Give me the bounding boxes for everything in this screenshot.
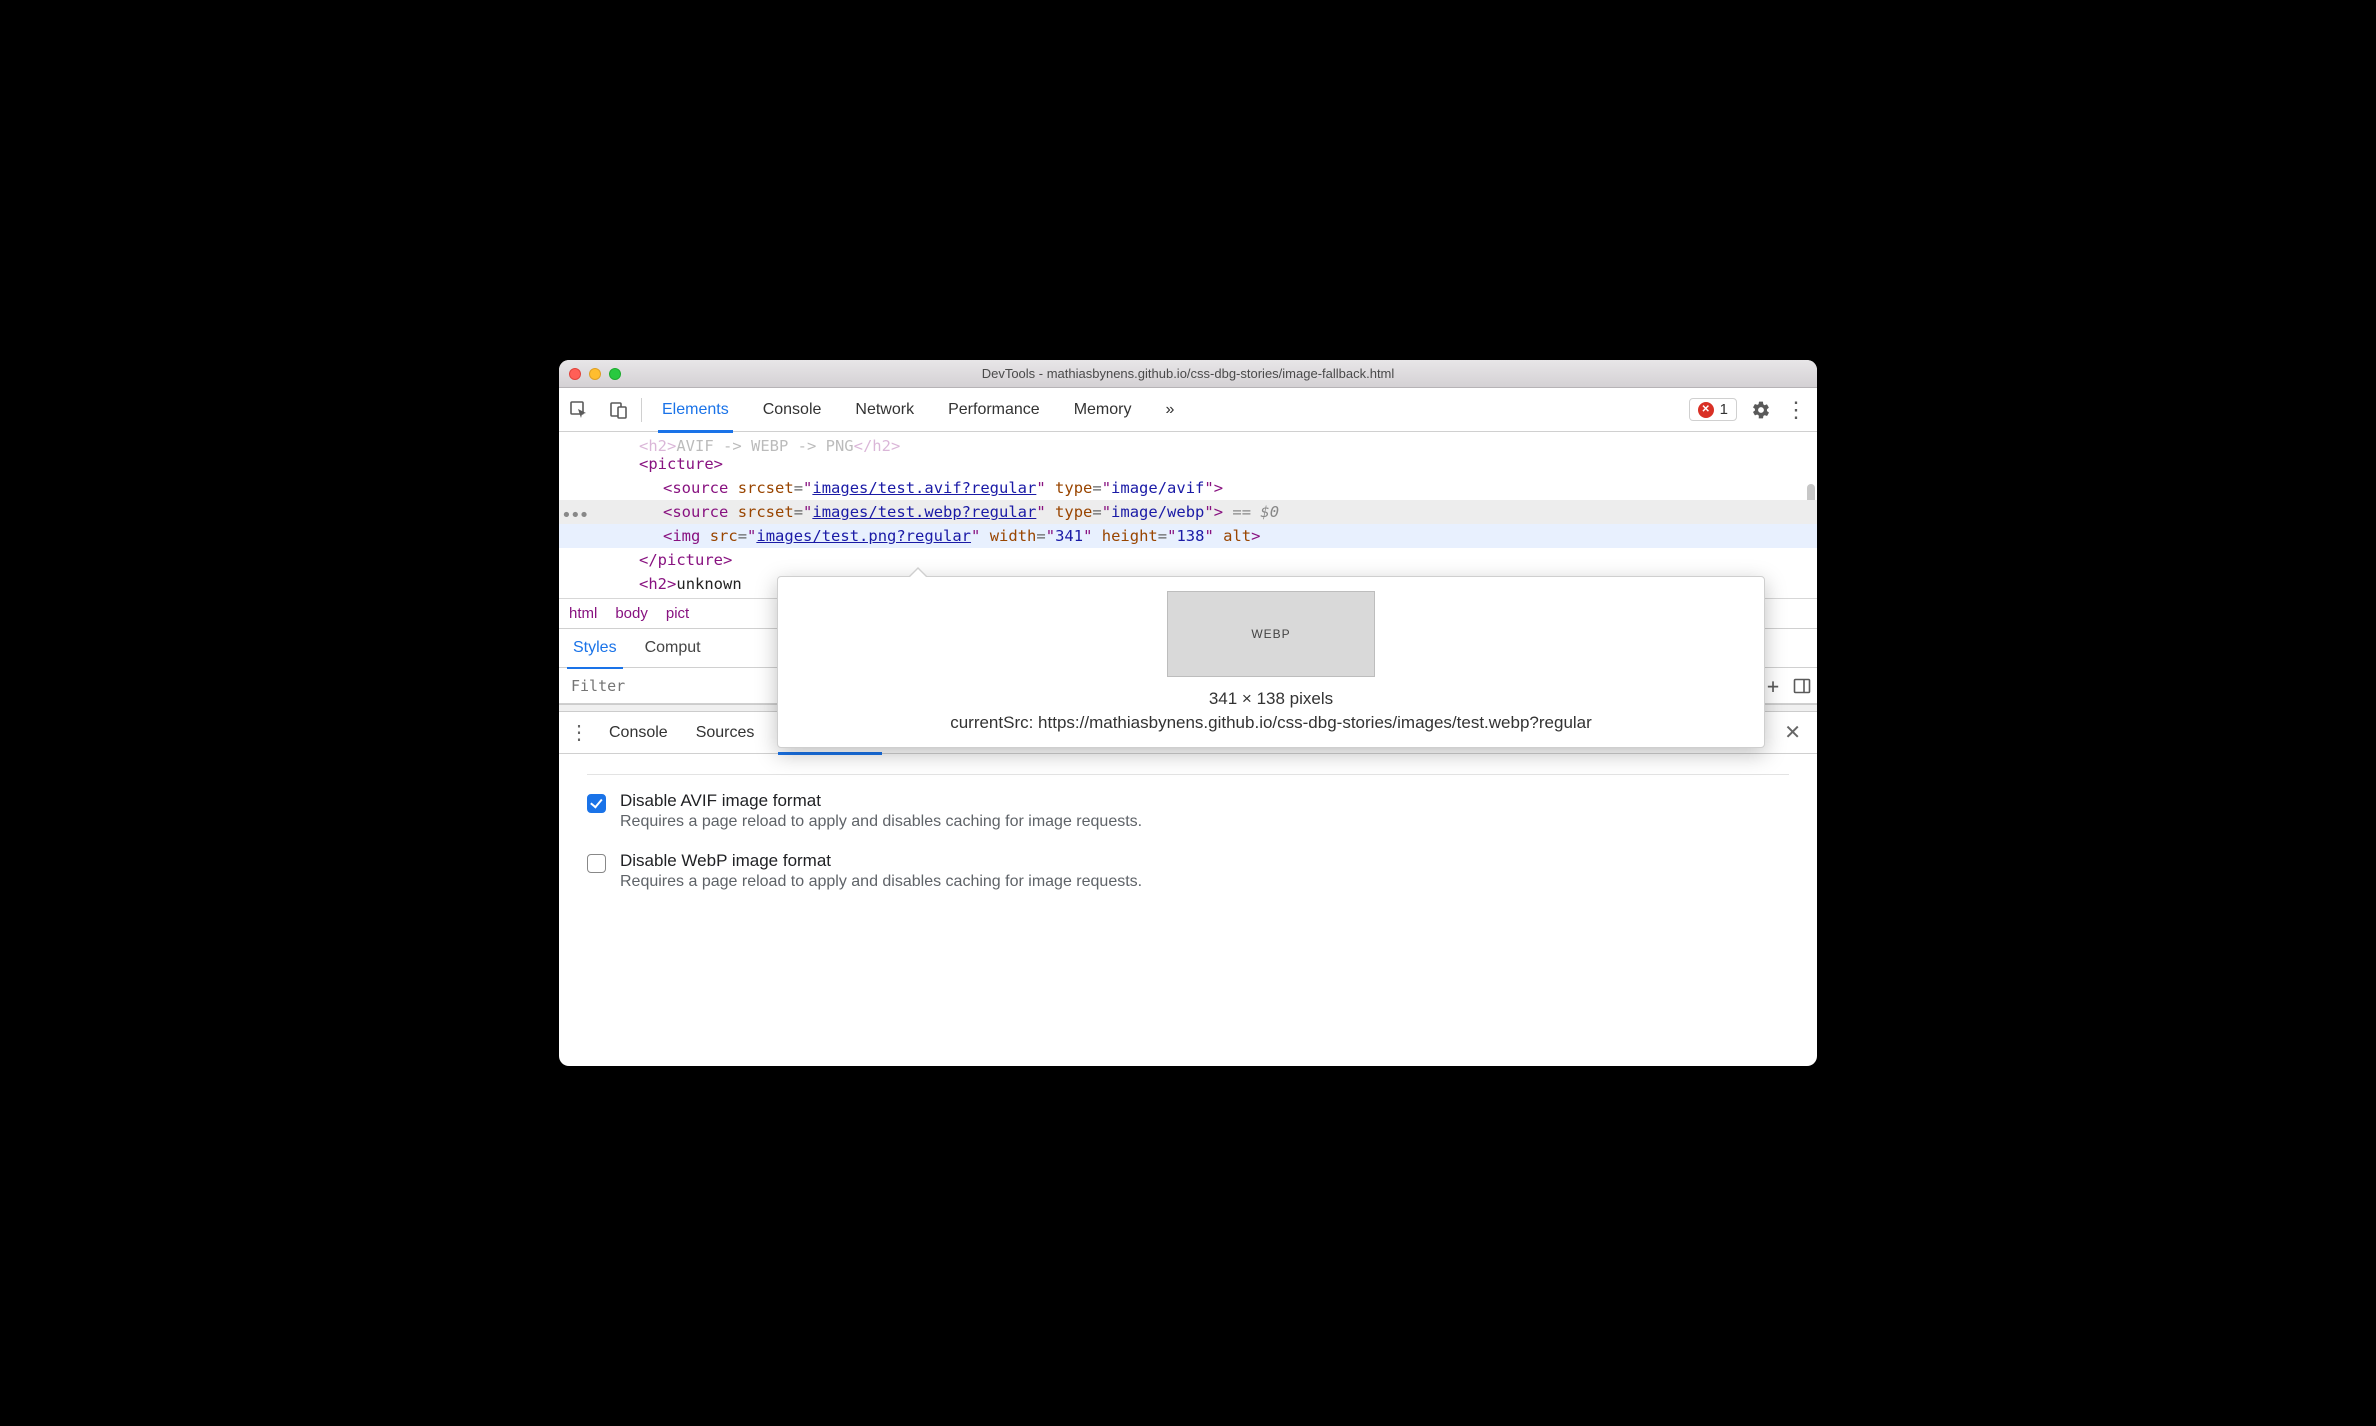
settings-icon[interactable]: [1751, 400, 1771, 420]
image-dimensions: 341 × 138 pixels: [798, 689, 1744, 709]
stab-styles[interactable]: Styles: [559, 628, 631, 668]
tab-network[interactable]: Network: [851, 388, 918, 432]
tab-performance[interactable]: Performance: [944, 388, 1044, 432]
tab-elements[interactable]: Elements: [658, 388, 733, 432]
checkbox-disable-webp[interactable]: [587, 854, 606, 873]
image-preview-tooltip: WEBP 341 × 138 pixels currentSrc: https:…: [777, 576, 1765, 748]
crumb-body[interactable]: body: [615, 605, 648, 622]
device-toolbar-icon[interactable]: [599, 400, 639, 420]
styles-filter-input[interactable]: [565, 673, 765, 699]
image-current-src: currentSrc: https://mathiasbynens.github…: [798, 713, 1744, 733]
option-disable-avif: Disable AVIF image format Requires a pag…: [587, 781, 1789, 841]
dom-row-picture-close[interactable]: </picture>: [559, 548, 1817, 572]
error-count: 1: [1720, 401, 1728, 418]
option-disable-avif-label: Disable AVIF image format: [620, 791, 1142, 811]
tab-memory[interactable]: Memory: [1070, 388, 1136, 432]
image-thumb-label: WEBP: [1251, 627, 1290, 641]
tab-console[interactable]: Console: [759, 388, 826, 432]
image-thumb: WEBP: [1167, 591, 1375, 677]
dom-row-cut: <h2>AVIF -> WEBP -> PNG</h2>: [559, 434, 1817, 452]
option-disable-webp-sub: Requires a page reload to apply and disa…: [620, 873, 1142, 891]
error-icon: ✕: [1698, 402, 1714, 418]
crumb-html[interactable]: html: [569, 605, 597, 622]
dom-row-source1[interactable]: <source srcset="images/test.avif?regular…: [559, 476, 1817, 500]
drawer-tab-console[interactable]: Console: [595, 712, 682, 754]
elements-panel: <h2>AVIF -> WEBP -> PNG</h2> <picture> <…: [559, 432, 1817, 598]
new-style-rule-button[interactable]: +: [1767, 674, 1779, 698]
dom-row-img[interactable]: <img src="images/test.png?regular" width…: [559, 524, 1817, 548]
drawer-tab-sources[interactable]: Sources: [682, 712, 769, 754]
error-badge[interactable]: ✕ 1: [1689, 398, 1737, 421]
panel-tabs: Elements Console Network Performance Mem…: [658, 388, 1178, 432]
inspect-element-icon[interactable]: [559, 400, 599, 420]
option-disable-webp-label: Disable WebP image format: [620, 851, 1142, 871]
toggle-sidebar-icon[interactable]: [1793, 677, 1811, 695]
main-toolbar: Elements Console Network Performance Mem…: [559, 388, 1817, 432]
tab-overflow[interactable]: »: [1161, 388, 1178, 432]
drawer-close-icon[interactable]: ✕: [1772, 720, 1813, 745]
drawer: ⋮ Console Sources Rendering ✕ ✕ Disable …: [559, 712, 1817, 1066]
dom-row-source2[interactable]: ••• <source srcset="images/test.webp?reg…: [559, 500, 1817, 524]
kebab-menu-icon[interactable]: ⋮: [1785, 397, 1807, 423]
rendering-panel: Disable AVIF image format Requires a pag…: [559, 754, 1817, 1066]
devtools-window: DevTools - mathiasbynens.github.io/css-d…: [559, 360, 1817, 1066]
option-disable-avif-sub: Requires a page reload to apply and disa…: [620, 813, 1142, 831]
crumb-picture[interactable]: pict: [666, 605, 689, 622]
stab-computed[interactable]: Comput: [631, 628, 715, 668]
window-title: DevTools - mathiasbynens.github.io/css-d…: [559, 366, 1817, 381]
drawer-menu-icon[interactable]: ⋮: [563, 720, 595, 745]
option-disable-webp: Disable WebP image format Requires a pag…: [587, 841, 1789, 901]
dom-row-picture-open[interactable]: <picture>: [559, 452, 1817, 476]
checkbox-disable-avif[interactable]: [587, 794, 606, 813]
window-titlebar: DevTools - mathiasbynens.github.io/css-d…: [559, 360, 1817, 388]
